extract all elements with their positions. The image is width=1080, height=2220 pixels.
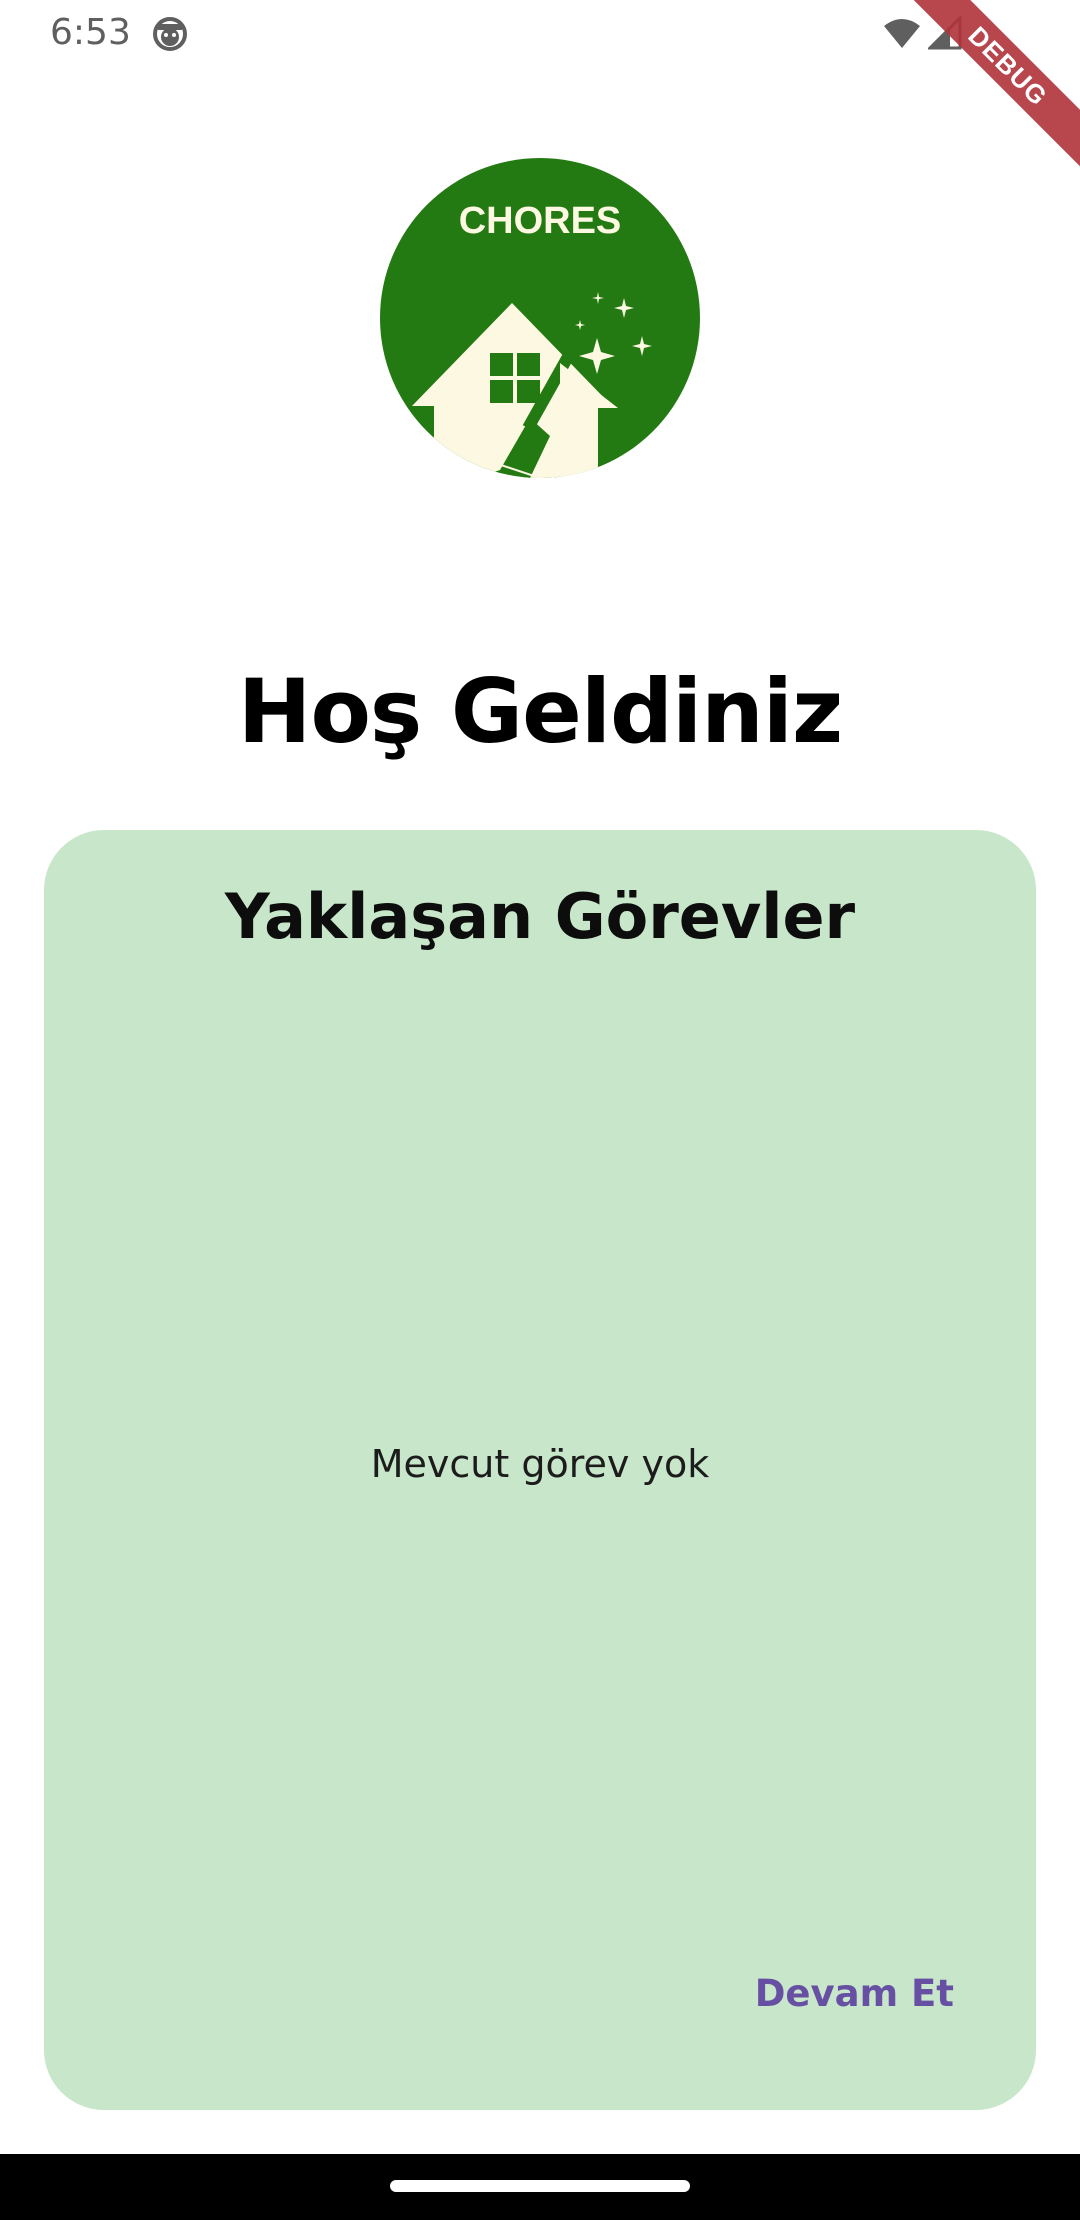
upcoming-tasks-card: Yaklaşan Görevler Mevcut görev yok Devam… bbox=[44, 830, 1036, 2110]
logo-text: CHORES bbox=[459, 200, 622, 242]
screen: 6:53 DEBUG CHORES Hoş Geldiniz Yaklaşan … bbox=[0, 0, 1080, 2220]
continue-button[interactable]: Devam Et bbox=[743, 1964, 966, 2023]
welcome-title: Hoş Geldiniz bbox=[237, 660, 843, 763]
home-indicator[interactable] bbox=[390, 2180, 690, 2192]
wifi-icon bbox=[884, 19, 920, 48]
card-title: Yaklaşan Görevler bbox=[224, 880, 856, 953]
empty-tasks-message: Mevcut görev yok bbox=[370, 1442, 710, 1486]
android-face-icon bbox=[153, 17, 187, 51]
status-bar: 6:53 bbox=[0, 0, 1080, 66]
status-time: 6:53 bbox=[50, 12, 131, 53]
chores-logo: CHORES bbox=[380, 158, 700, 478]
navigation-bar bbox=[0, 2154, 1080, 2220]
